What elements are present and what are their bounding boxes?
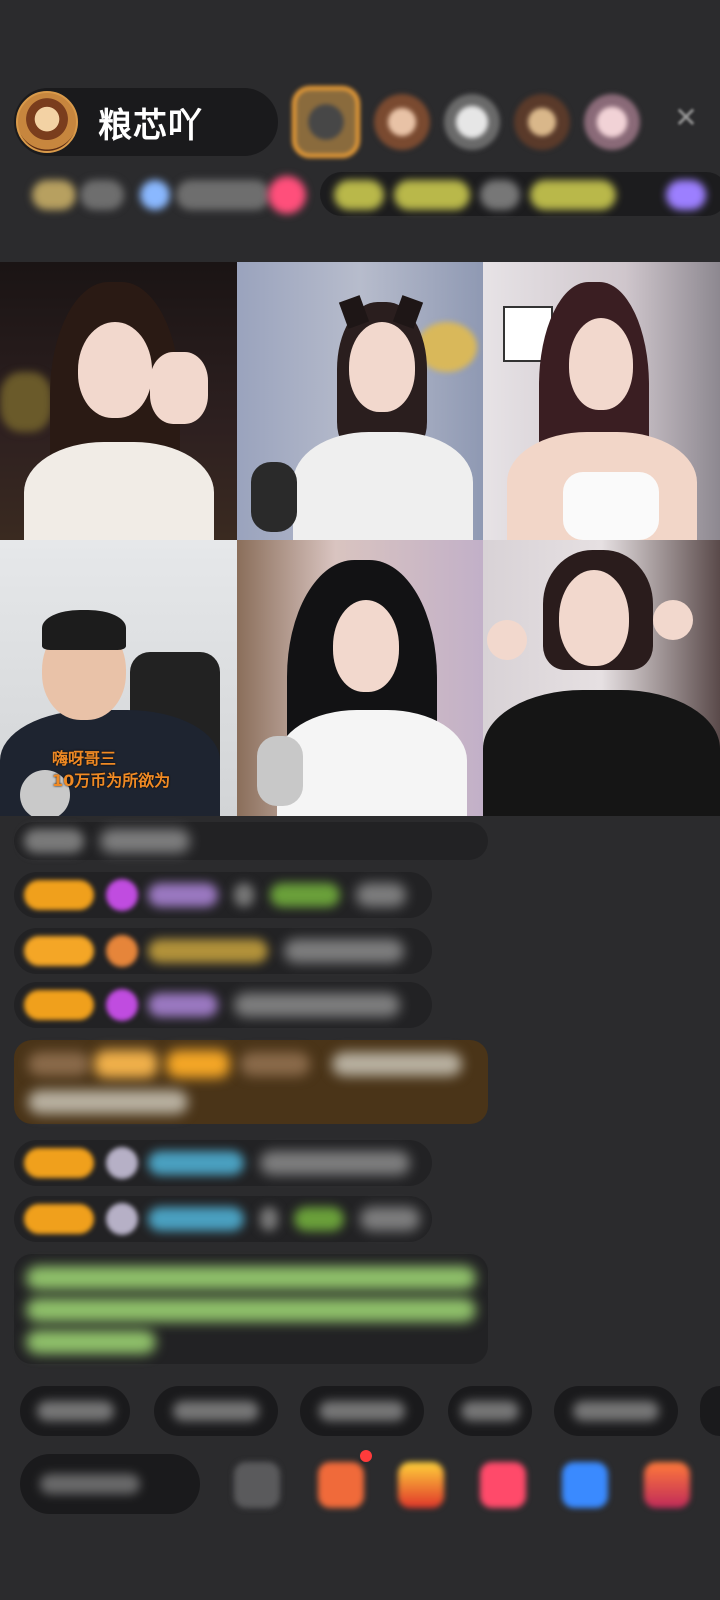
heart-icon[interactable] (480, 1462, 526, 1508)
highlight-message[interactable] (14, 1040, 488, 1124)
user-name[interactable] (148, 993, 218, 1017)
gift-icon[interactable] (644, 1462, 690, 1508)
diamond-icon (106, 879, 138, 911)
chat-message[interactable] (14, 822, 488, 860)
diamond-icon (106, 989, 138, 1021)
host-name: 粮芯吖 (98, 105, 203, 146)
live-info-row (28, 172, 720, 216)
video-tile[interactable] (483, 540, 720, 816)
chat-message[interactable] (14, 872, 432, 918)
quick-reply-chip[interactable] (20, 1386, 130, 1436)
host-info-pill[interactable]: 粮芯吖 (14, 88, 278, 156)
viewer-avatar[interactable] (444, 94, 500, 150)
gift-overlay-text: 嗨呀哥三 10万币为所欲为 (52, 748, 170, 792)
notification-dot (358, 1448, 374, 1464)
level-badge (24, 1204, 94, 1234)
video-grid: 嗨呀哥三 10万币为所欲为 (0, 262, 720, 816)
user-name[interactable] (148, 1151, 244, 1175)
video-tile[interactable] (483, 262, 720, 540)
quick-reply-row (20, 1386, 720, 1436)
user-name[interactable] (148, 1207, 244, 1231)
tag-chip (666, 180, 706, 210)
chat-list[interactable] (0, 816, 720, 1372)
menu-icon[interactable] (234, 1462, 280, 1508)
user-avatar-icon (106, 1203, 138, 1235)
host-avatar[interactable] (16, 91, 78, 153)
viewer-avatar[interactable] (584, 94, 640, 150)
tag-bar[interactable] (320, 172, 720, 216)
close-icon[interactable]: ✕ (672, 104, 700, 132)
quick-reply-chip[interactable] (300, 1386, 424, 1436)
red-packet-icon[interactable] (398, 1462, 444, 1508)
level-badge (24, 990, 94, 1020)
system-message (14, 1254, 488, 1364)
level-badge (24, 936, 94, 966)
user-name[interactable] (148, 939, 268, 963)
viewer-avatar[interactable] (514, 94, 570, 150)
chat-message[interactable] (14, 982, 432, 1028)
viewer-avatar-list (292, 84, 654, 160)
chat-input[interactable] (20, 1454, 200, 1514)
game-icon[interactable] (562, 1462, 608, 1508)
tag-chip (334, 180, 384, 210)
level-badge (24, 1148, 94, 1178)
popularity-badge[interactable] (32, 180, 76, 210)
viewer-avatar[interactable] (374, 94, 430, 150)
gift-box-icon[interactable] (318, 1462, 364, 1508)
video-tile[interactable] (237, 262, 483, 540)
overlay-line-2: 10万币为所欲为 (52, 771, 171, 790)
tag-chip (530, 180, 616, 210)
chat-message[interactable] (14, 1140, 432, 1186)
video-tile[interactable] (237, 540, 483, 816)
bottom-toolbar (20, 1448, 720, 1514)
medal-icon (106, 935, 138, 967)
quick-reply-chip[interactable] (448, 1386, 532, 1436)
user-name[interactable] (148, 883, 218, 907)
video-tile[interactable] (0, 262, 237, 540)
rank-icon[interactable] (140, 180, 170, 210)
top-bar: 粮芯吖 ✕ (0, 0, 720, 240)
chat-message[interactable] (14, 928, 432, 974)
quick-reply-chip[interactable] (554, 1386, 678, 1436)
video-tile[interactable]: 嗨呀哥三 10万币为所欲为 (0, 540, 237, 816)
rank-text (176, 180, 270, 210)
hot-badge-icon[interactable] (268, 176, 306, 214)
chat-message[interactable] (14, 1196, 432, 1242)
level-badge (24, 880, 94, 910)
quick-reply-chip[interactable] (154, 1386, 278, 1436)
overlay-line-1: 嗨呀哥三 (52, 749, 117, 768)
tag-chip (394, 180, 470, 210)
popularity-text (80, 180, 124, 210)
quick-reply-chip[interactable] (700, 1386, 720, 1436)
viewer-avatar[interactable] (292, 86, 360, 158)
user-avatar-icon (106, 1147, 138, 1179)
tag-chip (480, 180, 520, 210)
